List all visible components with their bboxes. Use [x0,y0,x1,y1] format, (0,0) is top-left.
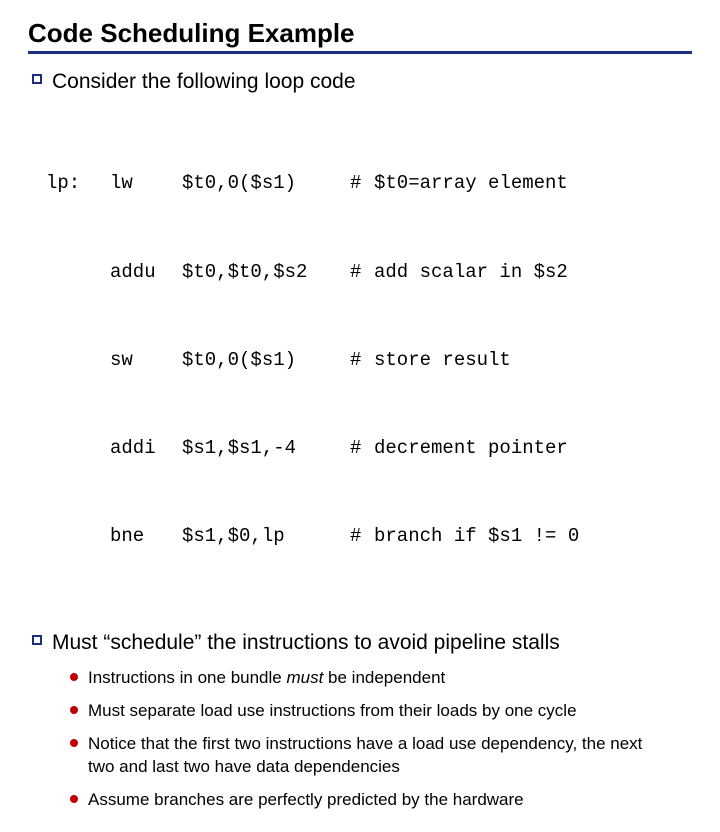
title-underline: Code Scheduling Example [28,18,692,54]
code-label [46,434,110,463]
code-op: bne [110,522,182,551]
sub-bullet-3: Notice that the first two instructions h… [70,733,692,779]
code-row: addi $s1,$s1,-4 # decrement pointer [46,434,692,463]
slide: Code Scheduling Example Consider the fol… [0,0,720,832]
page-title: Code Scheduling Example [28,18,692,49]
code-label [46,346,110,375]
code-label [46,522,110,551]
code-row: lp: lw $t0,0($s1) # $t0=array element [46,169,692,198]
code-op: sw [110,346,182,375]
bullet-must-text: Must “schedule” the instructions to avoi… [52,629,560,657]
square-bullet-icon [32,74,42,84]
code-row: addu $t0,$t0,$s2 # add scalar in $s2 [46,258,692,287]
code-comment: branch if $s1 != 0 [374,522,692,551]
code-block: lp: lw $t0,0($s1) # $t0=array element ad… [46,110,692,610]
code-args: $t0,0($s1) [182,169,350,198]
code-label: lp: [46,169,110,198]
sub-bullet-2-text: Must separate load use instructions from… [88,700,577,723]
code-row: bne $s1,$0,lp # branch if $s1 != 0 [46,522,692,551]
code-hash: # [350,434,374,463]
code-hash: # [350,169,374,198]
code-hash: # [350,346,374,375]
code-args: $s1,$0,lp [182,522,350,551]
code-hash: # [350,522,374,551]
code-comment: decrement pointer [374,434,692,463]
code-comment: $t0=array element [374,169,692,198]
bullet-consider: Consider the following loop code [32,68,692,96]
dot-bullet-icon [70,739,78,747]
code-label [46,258,110,287]
sub-bullet-4-text: Assume branches are perfectly predicted … [88,789,524,812]
dot-bullet-icon [70,795,78,803]
code-op: addu [110,258,182,287]
sub-bullet-4: Assume branches are perfectly predicted … [70,789,692,812]
bullet-must: Must “schedule” the instructions to avoi… [32,629,692,657]
text-fragment: be independent [323,668,445,687]
square-bullet-icon [32,635,42,645]
code-comment: store result [374,346,692,375]
code-args: $t0,0($s1) [182,346,350,375]
code-hash: # [350,258,374,287]
text-fragment: Instructions in one bundle [88,668,286,687]
bullet-consider-text: Consider the following loop code [52,68,356,96]
italic-text: must [286,668,323,687]
code-op: lw [110,169,182,198]
code-row: sw $t0,0($s1) # store result [46,346,692,375]
sub-bullet-1-text: Instructions in one bundle must be indep… [88,667,445,690]
dot-bullet-icon [70,673,78,681]
code-op: addi [110,434,182,463]
code-args: $t0,$t0,$s2 [182,258,350,287]
sub-bullet-3-text: Notice that the first two instructions h… [88,733,668,779]
dot-bullet-icon [70,706,78,714]
sub-bullet-1: Instructions in one bundle must be indep… [70,667,692,690]
code-args: $s1,$s1,-4 [182,434,350,463]
code-comment: add scalar in $s2 [374,258,692,287]
sub-bullet-2: Must separate load use instructions from… [70,700,692,723]
